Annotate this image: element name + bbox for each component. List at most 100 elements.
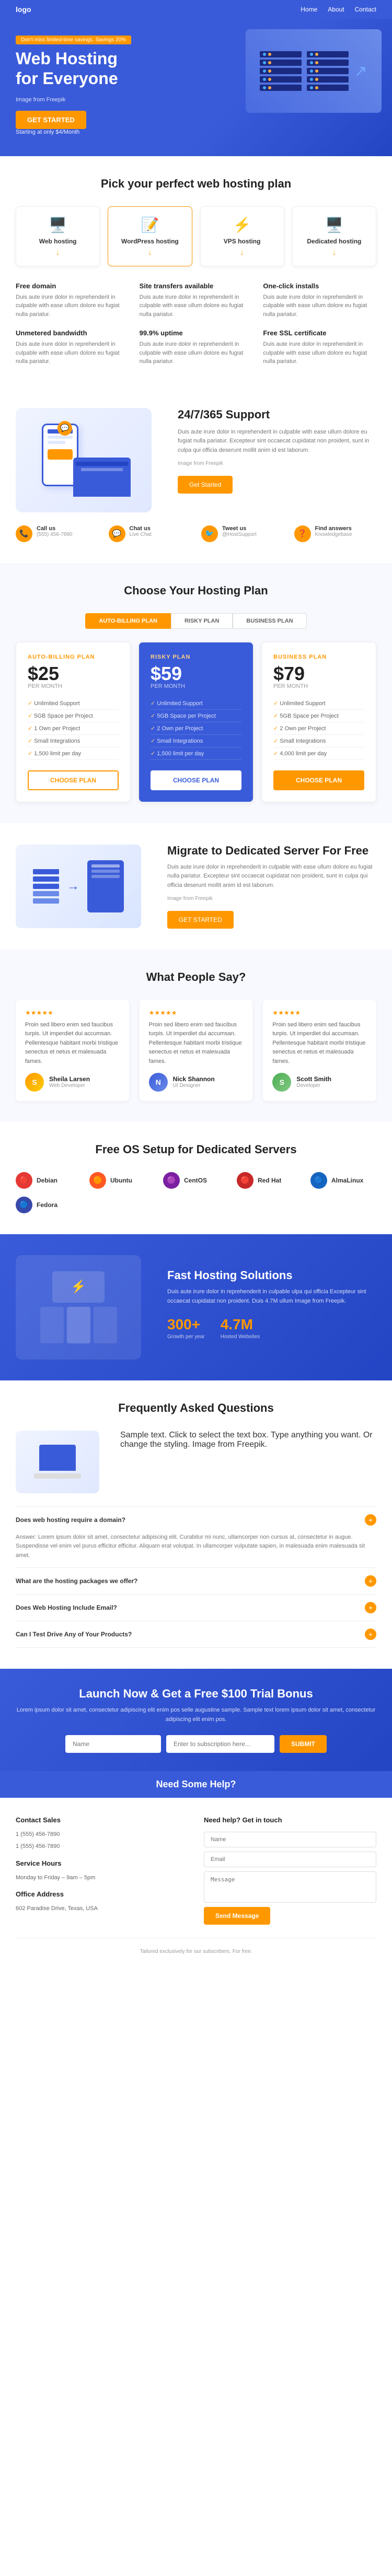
footer-message-input[interactable] xyxy=(204,1871,376,1903)
nav-contact[interactable]: Contact xyxy=(355,6,376,13)
plan-auto-features: Unlimited Support 5GB Space per Project … xyxy=(28,697,119,760)
plan-risky-feature-4: Small Integrations xyxy=(151,735,241,747)
cta-submit-button[interactable]: SUBMIT xyxy=(280,1735,327,1753)
testimonial-3: ★★★★★ Proin sed libero enim sed faucibus… xyxy=(263,1000,376,1101)
migrate-title: Migrate to Dedicated Server For Free xyxy=(167,844,376,858)
faq-toggle-4[interactable]: + xyxy=(365,1629,376,1640)
contact-tweet-title: Tweet us xyxy=(222,525,257,532)
faq-item-1: Does web hosting require a domain? + Ans… xyxy=(16,1507,376,1568)
faq-q2-text: What are the hosting packages we offer? xyxy=(16,1577,137,1585)
redhat-icon: 🔴 xyxy=(237,1172,253,1189)
plan-business-feature-2: 5GB Space per Project xyxy=(273,710,364,722)
hosting-card-web[interactable]: 🖥️ Web hosting ↓ xyxy=(16,206,100,266)
cta-title: Launch Now & Get a Free $100 Trial Bonus xyxy=(16,1687,376,1701)
faq-question-1[interactable]: Does web hosting require a domain? + xyxy=(16,1507,376,1533)
contact-chat-title: Chat us xyxy=(130,525,152,532)
faq-question-4[interactable]: Can I Test Drive Any of Your Products? + xyxy=(16,1621,376,1647)
help-banner: Need Some Help? xyxy=(0,1771,392,1798)
testimonial-1-stars: ★★★★★ xyxy=(25,1009,120,1016)
web-hosting-icon: 🖥️ xyxy=(26,216,90,233)
plan-auto-feature-4: Small Integrations xyxy=(28,735,119,747)
stat-growth-value: 300+ xyxy=(167,1316,205,1333)
migrate-section: → Migrate to Dedicated Server For Free D… xyxy=(0,823,392,950)
footer-email-input[interactable] xyxy=(204,1852,376,1867)
cta-section: Launch Now & Get a Free $100 Trial Bonus… xyxy=(0,1669,392,1771)
faq-section: Frequently Asked Questions Sample text. … xyxy=(0,1380,392,1669)
feature-bandwidth: Unmetered bandwidth Duis aute irure dolo… xyxy=(16,329,129,366)
faq-item-3: Does Web Hosting Include Email? + Yes, o… xyxy=(16,1595,376,1621)
plan-risky-feature-3: 2 Own per Project xyxy=(151,722,241,735)
feature-one-click-title: One-click installs xyxy=(263,282,376,290)
feature-ssl-text: Duis aute irure dolor in reprehenderit i… xyxy=(263,340,376,366)
footer-address-title: Office Address xyxy=(16,1890,188,1898)
hero-cta-button[interactable]: GET STARTED xyxy=(16,111,86,129)
feature-free-domain-text: Duis aute irure dolor in reprehenderit i… xyxy=(16,293,129,319)
cta-email-input[interactable] xyxy=(166,1735,274,1753)
support-cta-button[interactable]: Get Started xyxy=(178,476,233,494)
contact-tweet: 🐦 Tweet us @HostSupport xyxy=(201,525,284,542)
cta-description: Lorem ipsum dolor sit amet, consectetur … xyxy=(16,1706,376,1724)
feature-ssl-title: Free SSL certificate xyxy=(263,329,376,337)
ubuntu-icon: 🟠 xyxy=(89,1172,106,1189)
fast-image: ⚡ xyxy=(16,1255,152,1360)
plan-auto-btn[interactable]: CHOOSE PLAN xyxy=(28,770,119,790)
faq-toggle-3[interactable]: + xyxy=(365,1602,376,1613)
support-contacts: 📞 Call us (555) 456-7890 💬 Chat us Live … xyxy=(16,525,376,542)
fast-title: Fast Hosting Solutions xyxy=(167,1269,376,1282)
hero-price: Starting at only $4/Month xyxy=(16,129,376,135)
pricing-tab-auto[interactable]: AUTO-BILLING PLAN xyxy=(85,613,171,629)
hero-image: ↗ xyxy=(246,29,382,113)
faq-question-3[interactable]: Does Web Hosting Include Email? + xyxy=(16,1595,376,1621)
migrate-img-credit: Image from Freepik xyxy=(167,895,376,903)
plan-risky-btn[interactable]: CHOOSE PLAN xyxy=(151,770,241,790)
pricing-cards: AUTO-BILLING PLAN $25 PER MONTH Unlimite… xyxy=(16,642,376,802)
hosting-cards: 🖥️ Web hosting ↓ 📝 WordPress hosting ↓ ⚡… xyxy=(16,206,376,266)
testimonial-1-role: Web Developer xyxy=(49,1083,90,1088)
feature-uptime-text: Duis aute irure dolor in reprehenderit i… xyxy=(140,340,253,366)
faq-answer-1: Answer: Lorem ipsum dolor sit amet, cons… xyxy=(16,1533,376,1568)
cta-name-input[interactable] xyxy=(65,1735,161,1753)
pricing-tab-risky[interactable]: RISKY PLAN xyxy=(171,613,233,629)
testimonial-3-author: S Scott Smith Developer xyxy=(272,1073,367,1092)
footer-hours-title: Service Hours xyxy=(16,1859,188,1867)
testimonial-3-stars: ★★★★★ xyxy=(272,1009,367,1016)
feature-site-transfers-title: Site transfers available xyxy=(140,282,253,290)
contact-tweet-subtitle: @HostSupport xyxy=(222,532,257,537)
hosting-card-vps[interactable]: ⚡ VPS hosting ↓ xyxy=(200,206,284,266)
footer-name-input[interactable] xyxy=(204,1832,376,1847)
faq-toggle-1[interactable]: + xyxy=(365,1514,376,1526)
fedora-icon: 🔵 xyxy=(16,1197,32,1213)
plan-auto-feature-3: 1 Own per Project xyxy=(28,722,119,735)
footer-send-button[interactable]: Send Message xyxy=(204,1907,270,1925)
hosting-card-wp[interactable]: 📝 WordPress hosting ↓ xyxy=(108,206,192,266)
almalinux-icon: 🔵 xyxy=(310,1172,327,1189)
migrate-cta-button[interactable]: GET STARTED xyxy=(167,911,234,929)
support-img-credit: Image from Freepik xyxy=(178,460,376,468)
faq-intro-text: Sample text. Click to select the text bo… xyxy=(120,1431,376,1449)
hosting-card-dedicated[interactable]: 🖥️ Dedicated hosting ↓ xyxy=(292,206,376,266)
nav-home[interactable]: Home xyxy=(301,6,317,13)
faq-question-2[interactable]: What are the hosting packages we offer? … xyxy=(16,1568,376,1594)
nav-about[interactable]: About xyxy=(328,6,344,13)
plan-auto-feature-2: 5GB Space per Project xyxy=(28,710,119,722)
feature-one-click: One-click installs Duis aute irure dolor… xyxy=(263,282,376,319)
migrate-description: Duis aute irure dolor in reprehenderit i… xyxy=(167,863,376,891)
os-centos: 🟣 CentOS xyxy=(163,1172,229,1189)
almalinux-label: AlmaLinux xyxy=(331,1177,363,1184)
os-ubuntu: 🟠 Ubuntu xyxy=(89,1172,155,1189)
footer-sales: Contact Sales 1 (555) 456-7890 1 (555) 4… xyxy=(16,1816,188,1852)
footer-hours-text: Monday to Friday – 9am – 5pm xyxy=(16,1874,188,1883)
faq-toggle-2[interactable]: + xyxy=(365,1575,376,1587)
footer-contact-info: Contact Sales 1 (555) 456-7890 1 (555) 4… xyxy=(16,1816,188,1925)
pricing-tab-business[interactable]: BUSINESS PLAN xyxy=(233,613,306,629)
testimonial-3-text: Proin sed libero enim sed faucibus turpi… xyxy=(272,1021,367,1067)
plan-risky-name: RISKY PLAN xyxy=(151,654,241,660)
plan-business-name: BUSINESS PLAN xyxy=(273,654,364,660)
footer-sales-phone2: 1 (555) 456-7890 xyxy=(16,1842,188,1852)
chat-icon: 💬 xyxy=(109,525,125,542)
os-fedora: 🔵 Fedora xyxy=(16,1197,82,1213)
plan-business-btn[interactable]: CHOOSE PLAN xyxy=(273,770,364,790)
feature-ssl: Free SSL certificate Duis aute irure dol… xyxy=(263,329,376,366)
footer: Contact Sales 1 (555) 456-7890 1 (555) 4… xyxy=(0,1798,392,1973)
testimonials-section: What People Say? ★★★★★ Proin sed libero … xyxy=(0,950,392,1122)
